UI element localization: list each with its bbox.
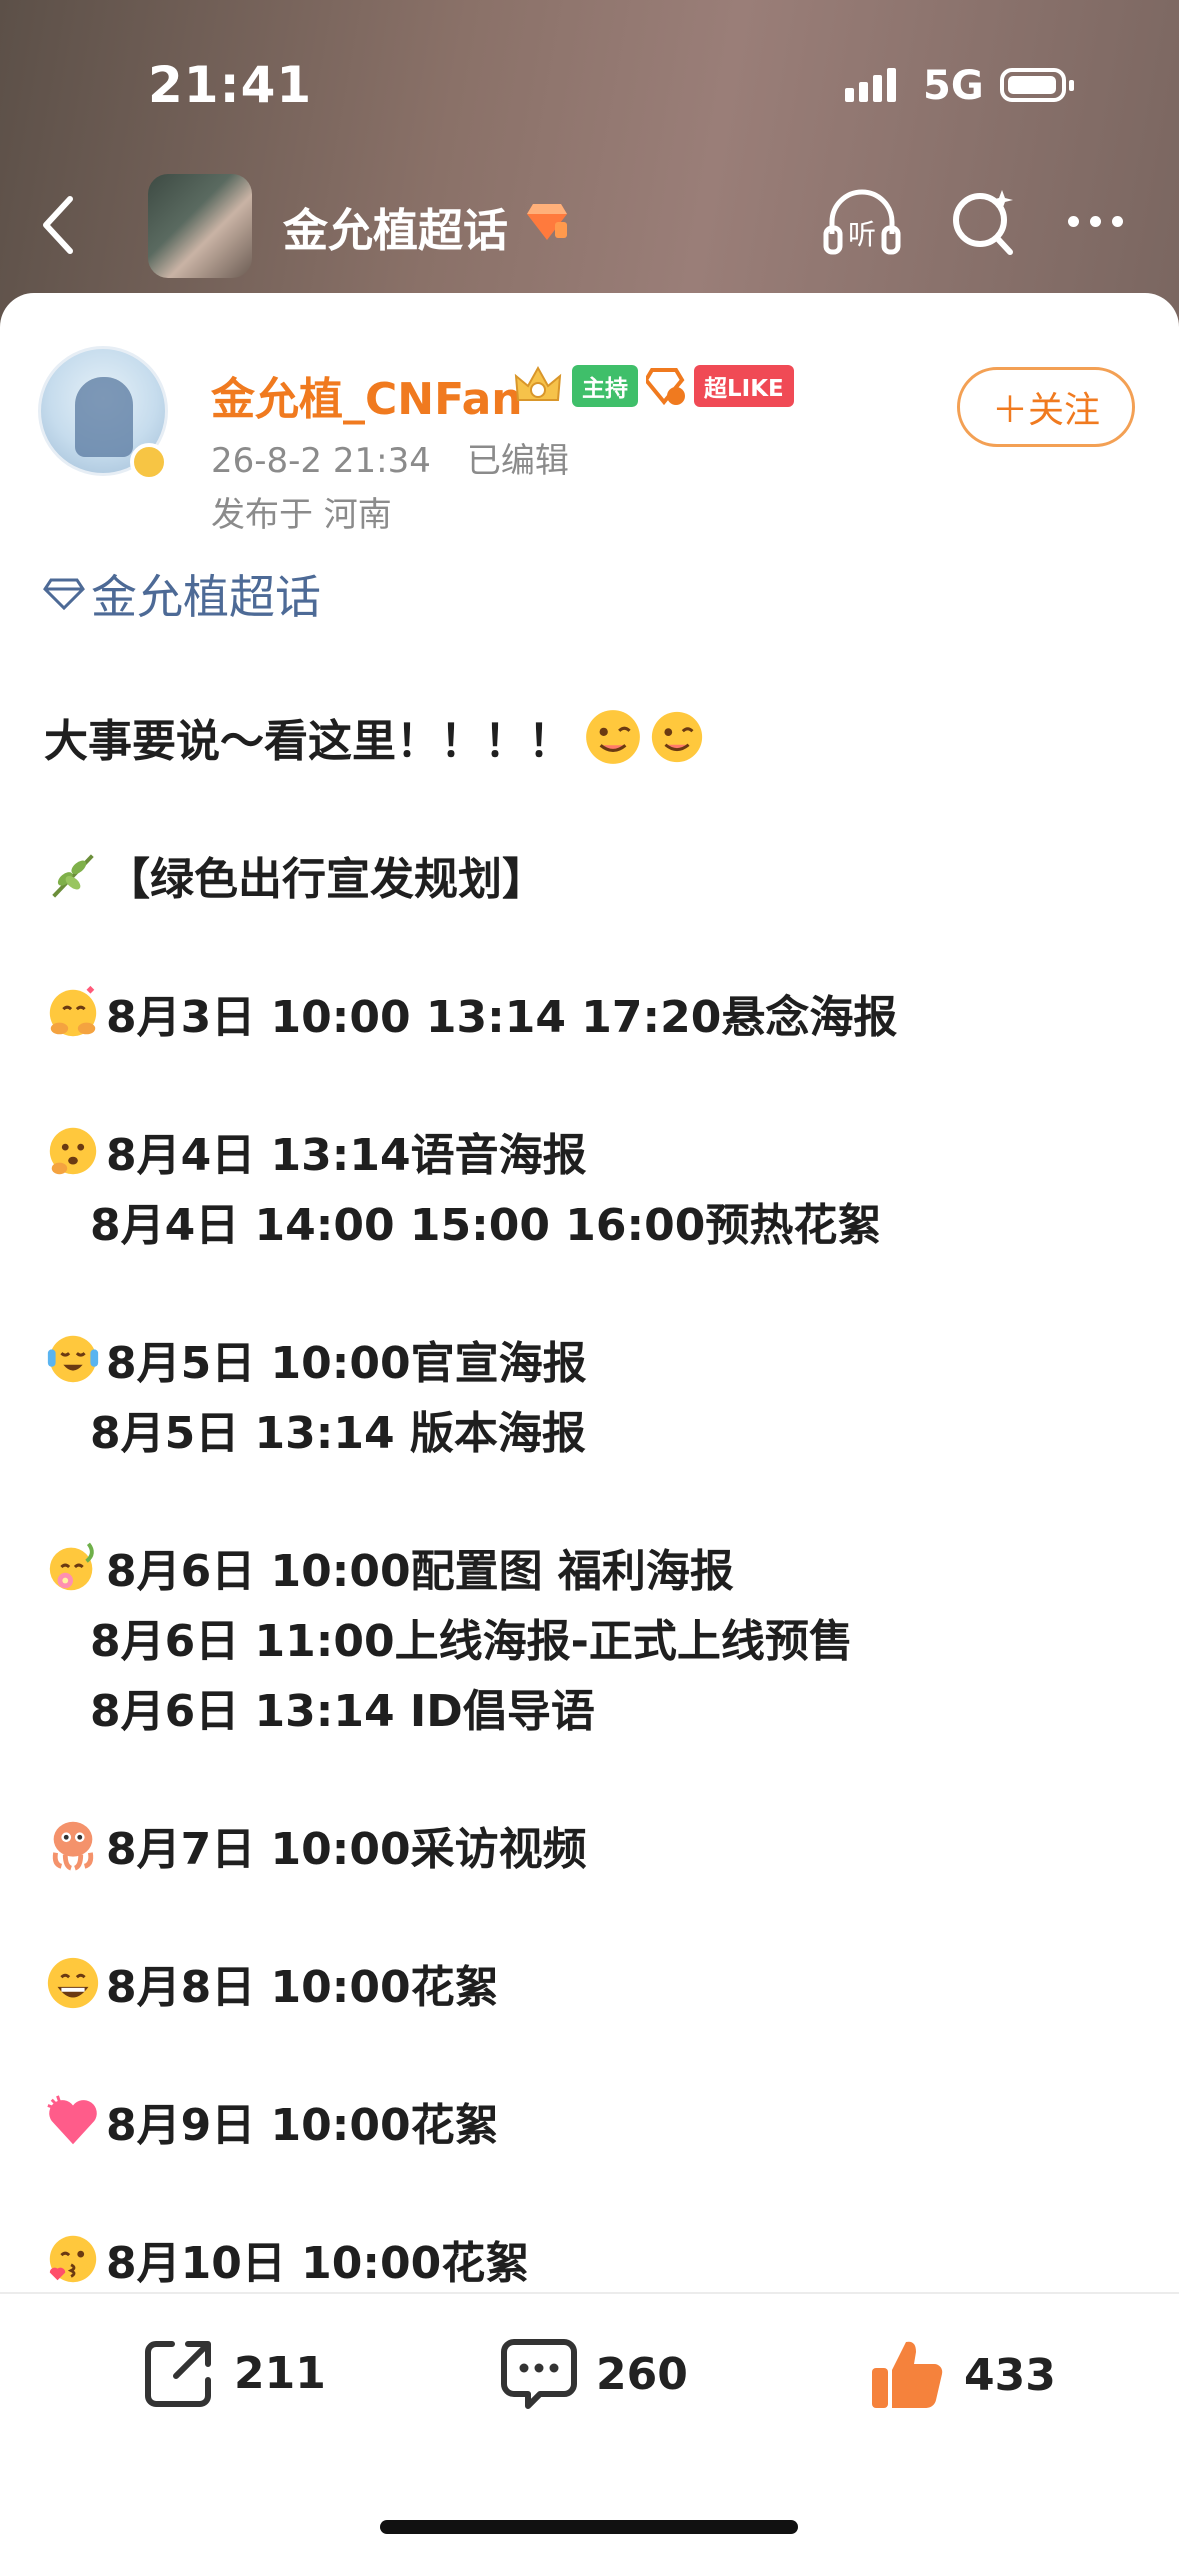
edited-label: 已编辑 [466,441,569,481]
topic-label: 金允植超话 [91,570,321,624]
schedule-line: 8月4日 13:14语音海报 [44,1119,587,1183]
comment-button[interactable]: 260 [500,2336,688,2412]
share-count: 211 [234,2347,326,2399]
schedule-text: 8月5日 10:00官宣海报 [106,1338,587,1389]
post-location: 发布于 河南 [211,495,392,535]
schedule-line: 8月7日 10:00采访视频 [44,1813,587,1877]
schedule-line: 8月4日 14:00 15:00 16:00预热花絮 [90,1189,881,1253]
action-bar: 211 260 433 [0,2292,1179,2558]
tongue-face-emoji-icon [586,710,640,764]
chevron-left-icon [43,196,73,254]
share-icon [145,2341,211,2407]
topic-avatar[interactable] [148,174,252,278]
author-badges: 主持 超LIKE [512,362,794,410]
tongue-face-emoji-icon [651,711,703,763]
status-time: 21:41 [148,56,313,114]
post-meta: 26-8-2 21:34 已编辑 [211,433,569,482]
section-title: 【绿色出行宣发规划】 [106,854,546,905]
comment-icon [501,2339,577,2409]
follow-button[interactable]: ＋关注 [957,367,1135,447]
battery-icon [1000,68,1074,102]
schedule-text: 8月3日 10:00 13:14 17:20悬念海报 [106,992,898,1043]
search-icon [953,190,1013,255]
schedule-text: 8月5日 13:14 版本海报 [90,1408,586,1459]
heart-emoji-icon [47,2095,97,2145]
flower-emoji-icon [49,1542,94,1591]
schedule-text: 8月6日 11:00上线海报-正式上线预售 [90,1616,853,1667]
hug-emoji-icon [49,985,97,1037]
level-gem-icon [646,368,685,406]
crying-laugh-emoji-icon [47,1335,99,1383]
back-button[interactable] [28,190,88,260]
post-headline-row: 大事要说～看这里！！！！ [44,705,710,769]
super-topic-gem-icon [527,204,567,240]
schedule-text: 8月8日 10:00花絮 [106,1962,499,2013]
status-bar: 21:41 5G [0,0,1179,170]
schedule-line: 8月10日 10:00花絮 [44,2227,529,2291]
like-button[interactable]: 433 [868,2336,1056,2414]
schedule-text: 8月6日 13:14 ID倡导语 [90,1686,595,1737]
schedule-text: 8月6日 10:00配置图 福利海报 [106,1546,734,1597]
super-like-badge: 超LIKE [694,365,794,407]
thumbs-up-icon [872,2341,943,2409]
post-headline: 大事要说～看这里！！！！ [44,716,572,767]
nav-bar: 金允植超话 听 [0,170,1179,280]
kiss-emoji-icon [49,2235,97,2283]
verified-badge-icon [130,443,168,481]
schedule-text: 8月4日 14:00 15:00 16:00预热花絮 [90,1200,882,1251]
thinking-emoji-icon [49,1127,97,1175]
post-date: 26-8-2 21:34 [211,441,431,481]
schedule-line: 8月6日 11:00上线海报-正式上线预售 [90,1605,853,1669]
schedule-line: 8月9日 10:00花絮 [44,2089,499,2153]
section-title-row: 【绿色出行宣发规划】 [44,843,546,907]
home-indicator [380,2520,798,2534]
crown-icon [514,365,562,401]
search-button[interactable] [950,188,1020,262]
schedule-line: 8月3日 10:00 13:14 17:20悬念海报 [44,981,897,1045]
schedule-line: 8月8日 10:00花絮 [44,1951,499,2015]
olive-branch-icon [52,854,94,898]
schedule-text: 8月7日 10:00采访视频 [106,1824,587,1875]
svg-text:听: 听 [848,218,876,251]
octopus-emoji-icon [52,1821,94,1871]
comment-count: 260 [596,2348,688,2400]
network-type: 5G [923,63,984,109]
post-card: 金允植_CNFan 主持 超LIKE 26-8-2 21:34 已编辑 发布于 河… [0,293,1179,2556]
schedule-line: 8月6日 13:14 ID倡导语 [90,1675,595,1739]
diamond-icon [43,578,85,611]
schedule-line: 8月5日 13:14 版本海报 [90,1397,586,1461]
schedule-line: 8月5日 10:00官宣海报 [44,1327,587,1391]
host-badge: 主持 [572,365,638,407]
schedule-line: 8月6日 10:00配置图 福利海报 [44,1535,734,1599]
topic-link[interactable]: 金允植超话 [43,561,321,627]
schedule-text: 8月10日 10:00花絮 [106,2238,530,2289]
schedule-text: 8月4日 13:14语音海报 [106,1130,587,1181]
more-options-icon[interactable] [1068,216,1123,227]
share-button[interactable]: 211 [142,2336,326,2410]
page-title: 金允植超话 [283,204,509,257]
listen-button[interactable]: 听 [822,186,902,264]
signal-icon [845,68,896,102]
headphones-icon: 听 [823,189,901,255]
like-count: 433 [964,2349,1056,2401]
schedule-text: 8月9日 10:00花絮 [106,2100,499,2151]
author-name[interactable]: 金允植_CNFan [211,363,523,427]
grinning-emoji-icon [47,1957,99,2009]
